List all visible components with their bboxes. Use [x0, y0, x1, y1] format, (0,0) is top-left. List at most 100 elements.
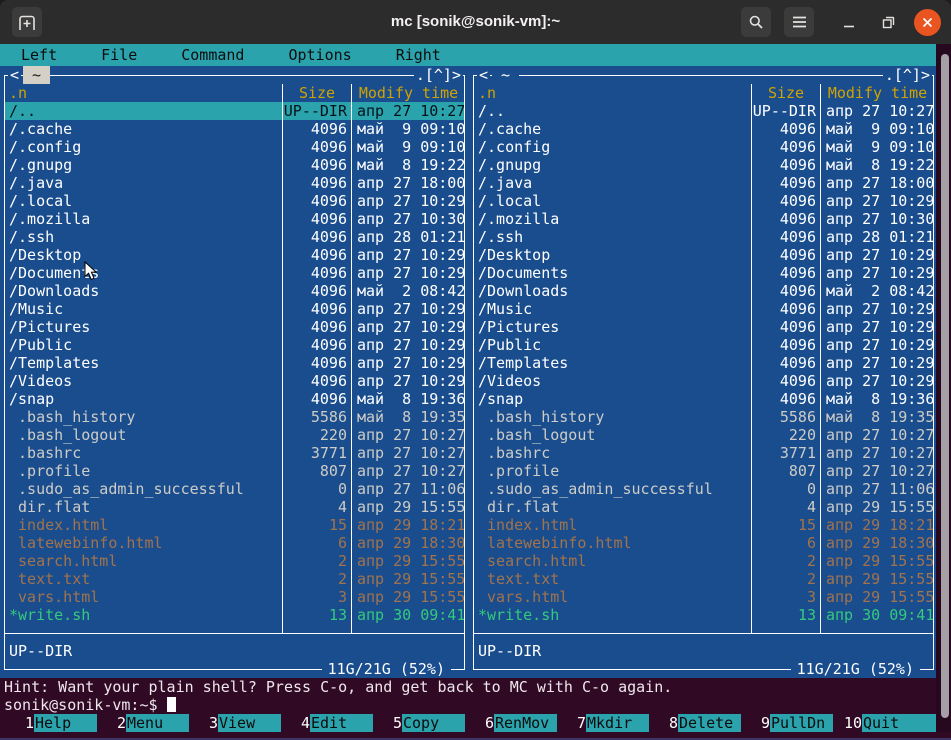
file-row[interactable]: /.mozilla 4096 апр 27 10:30 — [473, 210, 934, 228]
file-row[interactable]: /.. UP--DIR апр 27 10:27 — [473, 102, 934, 120]
file-row[interactable]: /Music 4096 апр 27 10:29 — [473, 300, 934, 318]
panel-hotspots[interactable]: .[^]> — [883, 66, 932, 84]
current-path[interactable]: ~ — [23, 66, 50, 84]
file-row[interactable]: /.java 4096 апр 27 18:00 — [473, 174, 934, 192]
command-line[interactable]: sonik@sonik-vm:~$ — [0, 696, 936, 714]
file-row[interactable]: search.html 2 апр 29 15:55 — [4, 552, 465, 570]
panel-hotspots[interactable]: .[^]> — [414, 66, 463, 84]
file-row[interactable]: .sudo_as_admin_successful 0 апр 27 11:06 — [473, 480, 934, 498]
fkey-quit[interactable]: 10Quit — [844, 714, 936, 732]
file-row[interactable]: /snap 4096 май 8 19:36 — [4, 390, 465, 408]
search-button[interactable] — [741, 7, 771, 37]
file-row[interactable]: /Videos 4096 апр 27 10:29 — [473, 372, 934, 390]
file-row[interactable]: .sudo_as_admin_successful 0 апр 27 11:06 — [4, 480, 465, 498]
file-row[interactable]: /Documents 4096 апр 27 10:29 — [473, 264, 934, 282]
file-row[interactable]: vars.html 3 апр 29 15:55 — [4, 588, 465, 606]
minimize-button[interactable] — [836, 0, 862, 44]
file-row[interactable]: index.html 15 апр 29 18:21 — [473, 516, 934, 534]
file-row[interactable]: dir.flat 4 апр 29 15:55 — [473, 498, 934, 516]
fkey-renmov[interactable]: 6RenMov — [476, 714, 568, 732]
file-row[interactable]: /Desktop 4096 апр 27 10:29 — [473, 246, 934, 264]
restore-button[interactable] — [875, 0, 901, 44]
file-row[interactable]: .bash_logout 220 апр 27 10:27 — [4, 426, 465, 444]
file-row[interactable]: /.. UP--DIR апр 27 10:27 — [4, 102, 465, 120]
file-row[interactable]: search.html 2 апр 29 15:55 — [473, 552, 934, 570]
file-row[interactable]: /Pictures 4096 апр 27 10:29 — [473, 318, 934, 336]
current-path[interactable]: ~ — [492, 66, 519, 84]
hamburger-menu-button[interactable] — [784, 7, 814, 37]
file-row[interactable]: text.txt 2 апр 29 15:55 — [4, 570, 465, 588]
fkey-pulldn[interactable]: 9PullDn — [752, 714, 844, 732]
file-row[interactable]: vars.html 3 апр 29 15:55 — [473, 588, 934, 606]
file-name: /Videos — [473, 372, 751, 390]
column-header-name[interactable]: .n Name — [4, 84, 282, 102]
fkey-delete[interactable]: 8Delete — [660, 714, 752, 732]
file-row[interactable]: dir.flat 4 апр 29 15:55 — [4, 498, 465, 516]
file-row[interactable]: index.html 15 апр 29 18:21 — [4, 516, 465, 534]
file-row[interactable]: /Public 4096 апр 27 10:29 — [4, 336, 465, 354]
file-row[interactable]: /.cache 4096 май 9 09:10 — [4, 120, 465, 138]
file-row[interactable]: /Videos 4096 апр 27 10:29 — [4, 372, 465, 390]
file-row[interactable]: /.gnupg 4096 май 8 19:22 — [4, 156, 465, 174]
file-name: /.gnupg — [473, 156, 751, 174]
file-row[interactable]: /.ssh 4096 апр 28 01:21 — [473, 228, 934, 246]
column-headers: .n Name Size Modify time — [4, 84, 465, 102]
menu-item-command[interactable]: Command — [181, 46, 244, 64]
file-name: /Public — [473, 336, 751, 354]
scrollbar[interactable] — [936, 44, 951, 732]
file-row[interactable]: .profile 807 апр 27 10:27 — [4, 462, 465, 480]
file-row[interactable]: /.local 4096 апр 27 10:29 — [4, 192, 465, 210]
menu-item-left[interactable]: Left — [21, 46, 57, 64]
file-row[interactable]: text.txt 2 апр 29 15:55 — [473, 570, 934, 588]
file-row[interactable]: .bash_history 5586 май 8 19:35 — [473, 408, 934, 426]
file-row[interactable]: /Templates 4096 апр 27 10:29 — [4, 354, 465, 372]
file-row[interactable]: /Templates 4096 апр 27 10:29 — [473, 354, 934, 372]
fkey-label: Help — [34, 714, 97, 732]
file-row[interactable]: /Downloads 4096 май 2 08:42 — [473, 282, 934, 300]
file-row[interactable]: *write.sh 13 апр 30 09:41 — [4, 606, 465, 624]
menu-item-options[interactable]: Options — [288, 46, 351, 64]
file-row[interactable]: /Desktop 4096 апр 27 10:29 — [4, 246, 465, 264]
column-header-name[interactable]: .n Name — [473, 84, 751, 102]
file-row[interactable]: /.local 4096 апр 27 10:29 — [473, 192, 934, 210]
close-button[interactable] — [912, 0, 942, 44]
history-back-hotspot[interactable]: < — [8, 66, 21, 84]
menu-item-right[interactable]: Right — [396, 46, 441, 64]
file-row[interactable]: .bash_history 5586 май 8 19:35 — [4, 408, 465, 426]
fkey-menu[interactable]: 2Menu — [108, 714, 200, 732]
column-header-size[interactable]: Size — [751, 84, 820, 102]
file-row[interactable]: *write.sh 13 апр 30 09:41 — [473, 606, 934, 624]
file-row[interactable]: /Music 4096 апр 27 10:29 — [4, 300, 465, 318]
file-row[interactable]: /Documents 4096 апр 27 10:29 — [4, 264, 465, 282]
file-row[interactable]: /.cache 4096 май 9 09:10 — [473, 120, 934, 138]
column-header-mtime[interactable]: Modify time — [820, 84, 934, 102]
file-row[interactable]: /.gnupg 4096 май 8 19:22 — [473, 156, 934, 174]
fkey-help[interactable]: 1Help — [16, 714, 108, 732]
file-row[interactable]: .profile 807 апр 27 10:27 — [473, 462, 934, 480]
mini-status: UP--DIR — [4, 642, 465, 660]
file-row[interactable]: /Public 4096 апр 27 10:29 — [473, 336, 934, 354]
file-row[interactable]: .bash_logout 220 апр 27 10:27 — [473, 426, 934, 444]
scrollbar-thumb[interactable] — [941, 54, 949, 718]
file-row[interactable]: /Pictures 4096 апр 27 10:29 — [4, 318, 465, 336]
file-row[interactable]: latewebinfo.html 6 апр 29 18:30 — [4, 534, 465, 552]
file-row[interactable]: .bashrc 3771 апр 27 10:27 — [473, 444, 934, 462]
fkey-edit[interactable]: 4Edit — [292, 714, 384, 732]
file-row[interactable]: /.mozilla 4096 апр 27 10:30 — [4, 210, 465, 228]
column-header-mtime[interactable]: Modify time — [351, 84, 465, 102]
history-back-hotspot[interactable]: < — [477, 66, 490, 84]
fkey-mkdir[interactable]: 7Mkdir — [568, 714, 660, 732]
file-row[interactable]: /.config 4096 май 9 09:10 — [4, 138, 465, 156]
menu-item-file[interactable]: File — [101, 46, 137, 64]
file-size: 4096 — [282, 282, 351, 300]
file-row[interactable]: latewebinfo.html 6 апр 29 18:30 — [473, 534, 934, 552]
column-header-size[interactable]: Size — [282, 84, 351, 102]
fkey-view[interactable]: 3View — [200, 714, 292, 732]
file-row[interactable]: .bashrc 3771 апр 27 10:27 — [4, 444, 465, 462]
file-row[interactable]: /.java 4096 апр 27 18:00 — [4, 174, 465, 192]
file-row[interactable]: /snap 4096 май 8 19:36 — [473, 390, 934, 408]
fkey-copy[interactable]: 5Copy — [384, 714, 476, 732]
file-row[interactable]: /.ssh 4096 апр 28 01:21 — [4, 228, 465, 246]
file-row[interactable]: /Downloads 4096 май 2 08:42 — [4, 282, 465, 300]
file-row[interactable]: /.config 4096 май 9 09:10 — [473, 138, 934, 156]
